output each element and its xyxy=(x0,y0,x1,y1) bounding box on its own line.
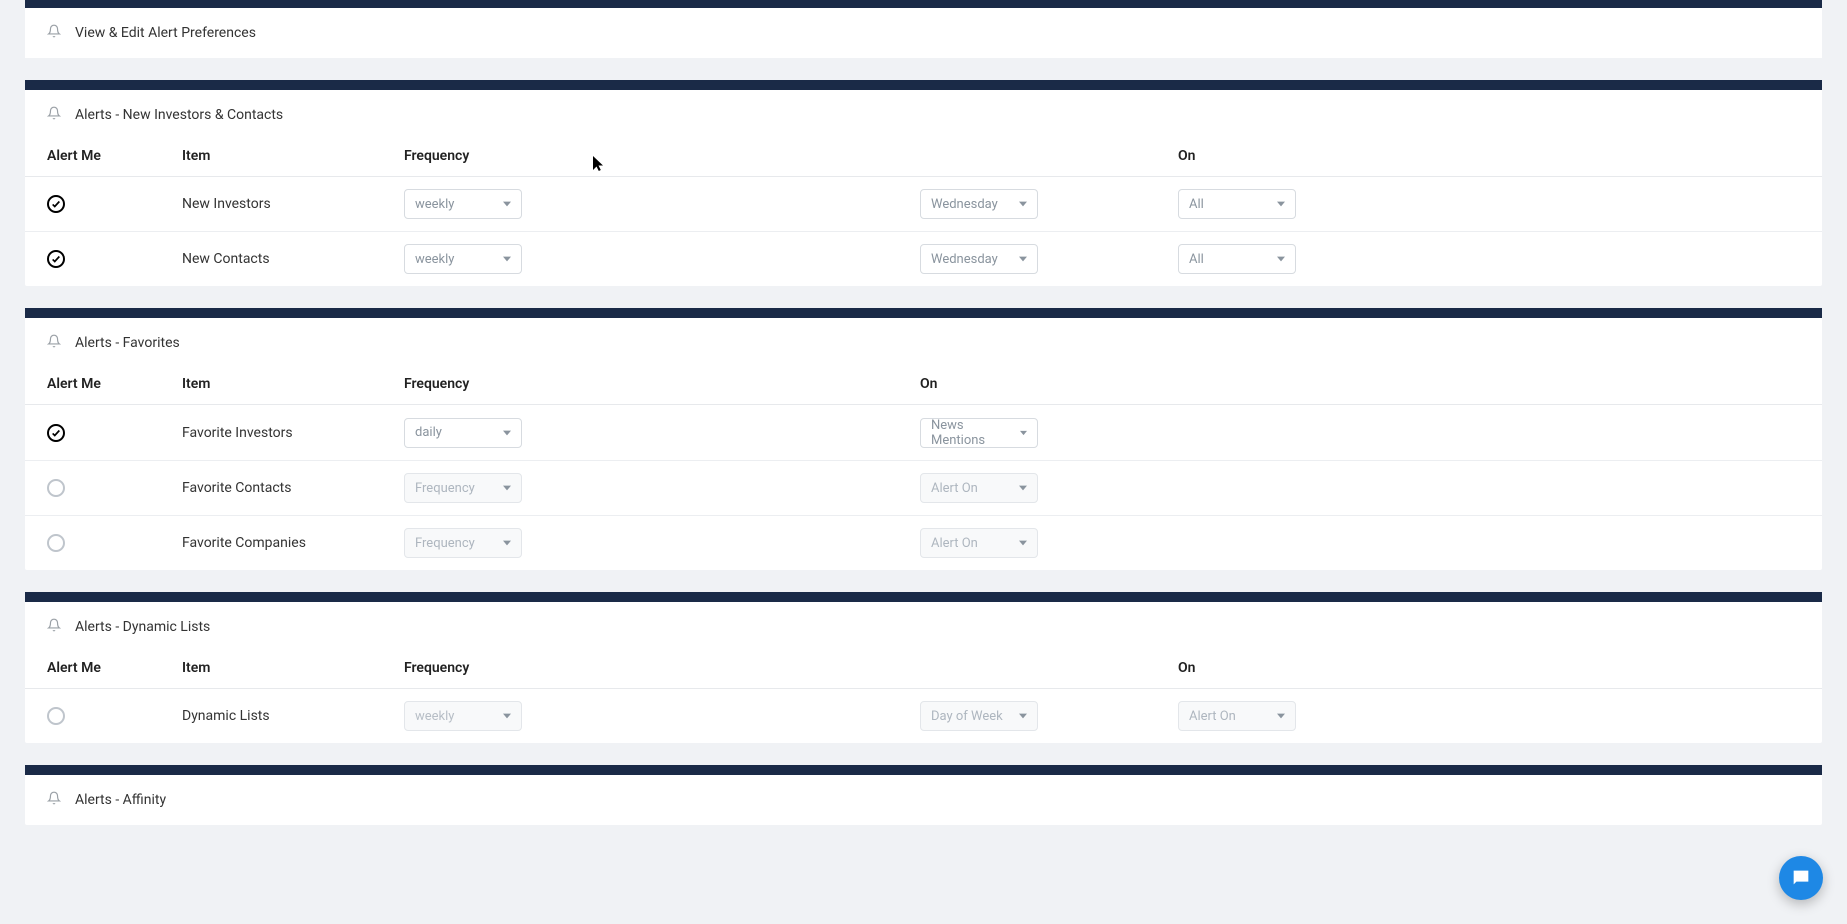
col-item-header: Item xyxy=(182,376,404,392)
col-on-header: On xyxy=(1178,660,1800,676)
s2-r0-frequency-select: weekly xyxy=(404,701,522,731)
chat-icon xyxy=(1790,867,1812,889)
col-frequency-header: Frequency xyxy=(404,660,920,676)
s0-r1-frequency-select-label: weekly xyxy=(415,252,454,267)
col-frequency-header: Frequency xyxy=(404,376,920,392)
s2-r0-item-label: Dynamic Lists xyxy=(182,708,404,724)
s0-r0-on-select-label: All xyxy=(1189,197,1204,212)
s0-r0-day-select-label: Wednesday xyxy=(931,197,998,212)
col-item-header: Item xyxy=(182,148,404,164)
s2-r0-on-select-label: Alert On xyxy=(1189,709,1236,724)
s0-r0-frequency-select[interactable]: weekly xyxy=(404,189,522,219)
s0-r1-frequency-select[interactable]: weekly xyxy=(404,244,522,274)
alert-panel: Alerts - Affinity xyxy=(25,765,1822,825)
alert-panel: Alerts - Favorites Alert Me Item Frequen… xyxy=(25,308,1822,570)
s0-r0-on-select[interactable]: All xyxy=(1178,189,1296,219)
col-alertme-header: Alert Me xyxy=(47,148,182,164)
col-item-header: Item xyxy=(182,660,404,676)
panel-accent-bar xyxy=(25,308,1822,318)
page-title: View & Edit Alert Preferences xyxy=(75,25,256,41)
alert-panel: Alerts - Dynamic Lists Alert Me Item Fre… xyxy=(25,592,1822,743)
s2-r0-on-select: Alert On xyxy=(1178,701,1296,731)
panel-title: Alerts - New Investors & Contacts xyxy=(75,107,283,123)
alert-panel: Alerts - New Investors & Contacts Alert … xyxy=(25,80,1822,286)
alert-row: Favorite Companies Frequency Alert On xyxy=(25,516,1822,570)
s1-r2-on-select: Alert On xyxy=(920,528,1038,558)
s1-r0-item-label: Favorite Investors xyxy=(182,425,404,441)
chat-button[interactable] xyxy=(1779,856,1823,900)
panel-header: Alerts - New Investors & Contacts xyxy=(25,90,1822,140)
s1-r1-item-label: Favorite Contacts xyxy=(182,480,404,496)
bell-icon xyxy=(47,334,61,352)
table-header: Alert Me Item Frequency On xyxy=(25,368,1822,405)
panel-accent-bar xyxy=(25,592,1822,602)
s1-r2-on-select-label: Alert On xyxy=(931,536,978,551)
bell-icon xyxy=(47,24,61,42)
s2-r0-day-select: Day of Week xyxy=(920,701,1038,731)
panel-title: Alerts - Affinity xyxy=(75,792,166,808)
col-frequency-header: Frequency xyxy=(404,148,920,164)
s0-r0-item-label: New Investors xyxy=(182,196,404,212)
col-alertme-header: Alert Me xyxy=(47,660,182,676)
s0-r1-alertme-checkbox[interactable] xyxy=(47,250,65,268)
alert-row: New Investors weekly Wednesday All xyxy=(25,177,1822,232)
s2-r0-frequency-select-label: weekly xyxy=(415,709,454,724)
panel-accent-bar xyxy=(25,765,1822,775)
panel-title: Alerts - Favorites xyxy=(75,335,180,351)
s0-r0-frequency-select-label: weekly xyxy=(415,197,454,212)
s1-r0-frequency-select[interactable]: daily xyxy=(404,418,522,448)
s1-r0-frequency-select-label: daily xyxy=(415,425,442,440)
s1-r1-on-select: Alert On xyxy=(920,473,1038,503)
panel-header: Alerts - Affinity xyxy=(25,775,1822,825)
s0-r0-day-select[interactable]: Wednesday xyxy=(920,189,1038,219)
s1-r2-frequency-select: Frequency xyxy=(404,528,522,558)
col-alertme-header: Alert Me xyxy=(47,376,182,392)
s0-r1-on-select-label: All xyxy=(1189,252,1204,267)
s0-r0-alertme-checkbox[interactable] xyxy=(47,195,65,213)
panel-accent-bar xyxy=(25,80,1822,90)
s0-r1-on-select[interactable]: All xyxy=(1178,244,1296,274)
bell-icon xyxy=(47,618,61,636)
s1-r0-on-select-label: News Mentions xyxy=(931,418,1010,448)
alert-row: New Contacts weekly Wednesday All xyxy=(25,232,1822,286)
s0-r1-day-select[interactable]: Wednesday xyxy=(920,244,1038,274)
panel-title: Alerts - Dynamic Lists xyxy=(75,619,210,635)
s1-r1-frequency-select-label: Frequency xyxy=(415,481,475,496)
alert-row: Dynamic Lists weekly Day of Week Alert O… xyxy=(25,689,1822,743)
panel-header: Alerts - Favorites xyxy=(25,318,1822,368)
s2-r0-alertme-checkbox[interactable] xyxy=(47,707,65,725)
s1-r1-on-select-label: Alert On xyxy=(931,481,978,496)
s1-r0-on-select[interactable]: News Mentions xyxy=(920,418,1038,448)
page-header: View & Edit Alert Preferences xyxy=(25,8,1822,58)
s0-r1-item-label: New Contacts xyxy=(182,251,404,267)
s0-r1-day-select-label: Wednesday xyxy=(931,252,998,267)
s1-r2-frequency-select-label: Frequency xyxy=(415,536,475,551)
table-header: Alert Me Item Frequency On xyxy=(25,140,1822,177)
col-on-header: On xyxy=(1178,148,1800,164)
s1-r0-alertme-checkbox[interactable] xyxy=(47,424,65,442)
top-accent-bar xyxy=(25,0,1822,8)
s2-r0-day-select-label: Day of Week xyxy=(931,709,1003,724)
s1-r1-alertme-checkbox[interactable] xyxy=(47,479,65,497)
bell-icon xyxy=(47,106,61,124)
alert-row: Favorite Contacts Frequency Alert On xyxy=(25,461,1822,516)
alert-row: Favorite Investors daily News Mentions xyxy=(25,405,1822,461)
s1-r2-item-label: Favorite Companies xyxy=(182,535,404,551)
s1-r1-frequency-select: Frequency xyxy=(404,473,522,503)
s1-r2-alertme-checkbox[interactable] xyxy=(47,534,65,552)
table-header: Alert Me Item Frequency On xyxy=(25,652,1822,689)
bell-icon xyxy=(47,791,61,809)
col-on-header: On xyxy=(920,376,1800,392)
panel-header: Alerts - Dynamic Lists xyxy=(25,602,1822,652)
